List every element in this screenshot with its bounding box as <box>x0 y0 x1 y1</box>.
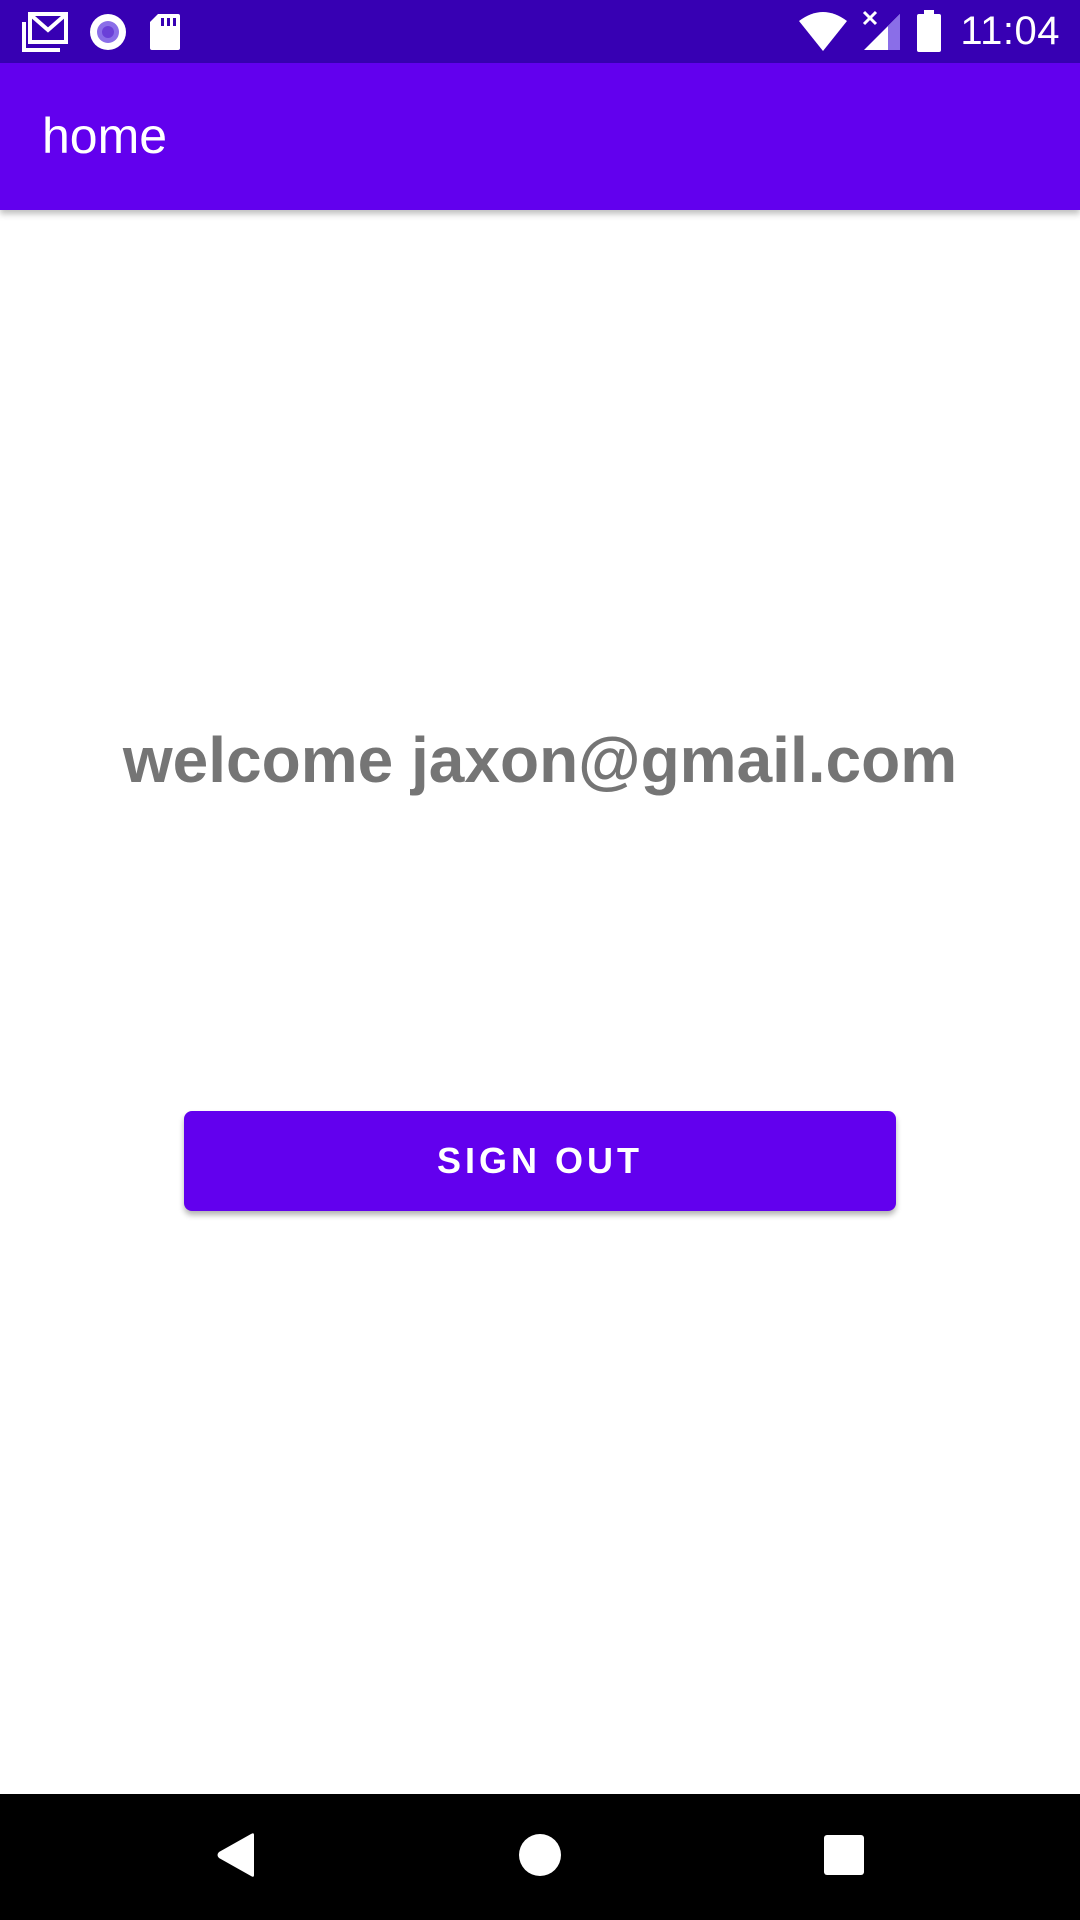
system-status-icons: 11:04 <box>798 8 1060 54</box>
gmail-icon <box>22 12 68 52</box>
recents-button[interactable] <box>774 1794 914 1920</box>
app-bar: home <box>0 63 1080 210</box>
page-title: home <box>42 108 168 164</box>
home-button[interactable] <box>470 1794 610 1920</box>
status-time: 11:04 <box>960 8 1060 53</box>
notification-icons <box>22 10 182 54</box>
status-bar: 11:04 <box>0 0 1080 63</box>
back-icon <box>214 1831 258 1884</box>
navigation-bar <box>0 1794 1080 1920</box>
welcome-message: welcome jaxon@gmail.com <box>122 724 958 796</box>
sign-out-button[interactable]: SIGN OUT <box>184 1111 896 1211</box>
back-button[interactable] <box>166 1794 306 1920</box>
wifi-icon <box>798 11 848 51</box>
recents-icon <box>823 1834 865 1881</box>
battery-icon <box>916 10 942 52</box>
cellular-no-signal-icon <box>862 10 902 52</box>
radio-record-icon <box>88 12 128 52</box>
home-icon <box>518 1833 562 1882</box>
screen: 11:04 home welcome jaxon@gmail.com SIGN … <box>0 0 1080 1920</box>
sd-card-icon <box>148 12 182 52</box>
